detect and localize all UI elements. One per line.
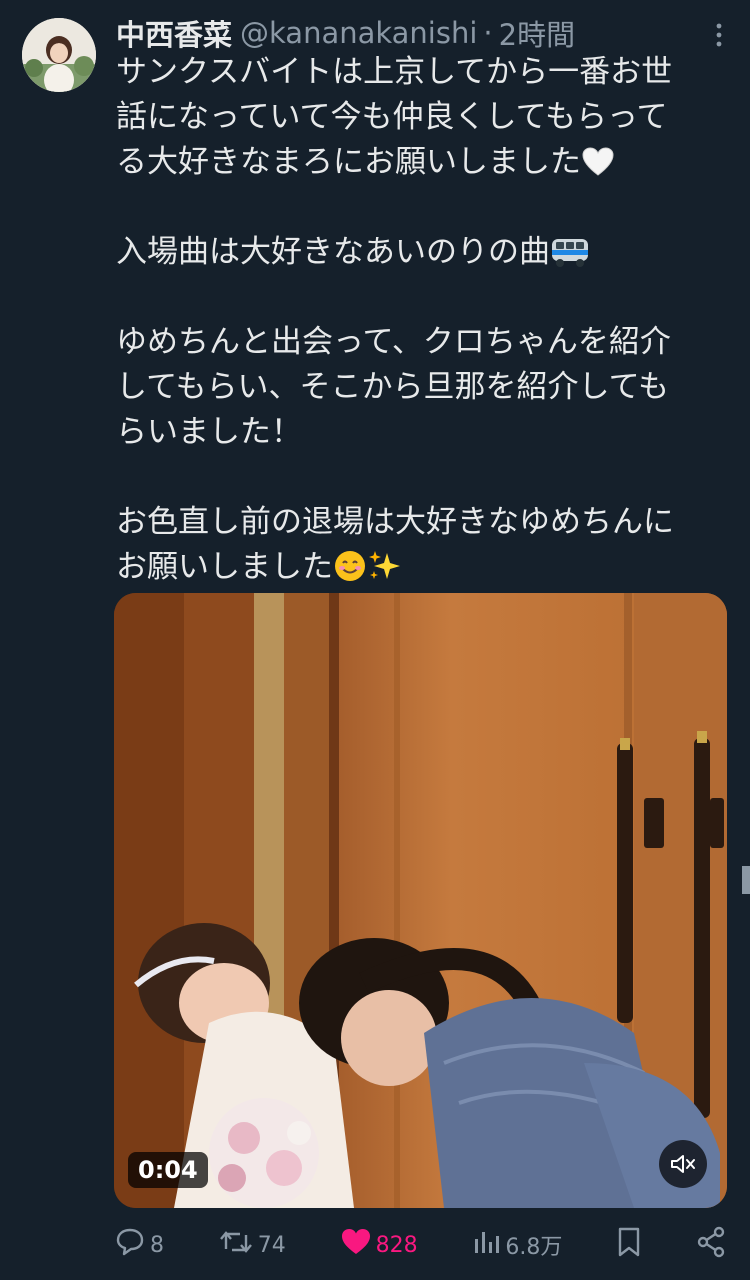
tweet-line: お願いしました — [116, 545, 726, 590]
like-button[interactable]: 828 — [340, 1227, 418, 1263]
views-button[interactable]: 6.8万 — [471, 1227, 562, 1263]
user-handle[interactable]: @kananakanishi — [240, 16, 477, 50]
video-duration: 0:04 — [128, 1152, 208, 1188]
action-bar: 8 74 828 6.8万 — [114, 1222, 726, 1268]
tweet-line: お色直し前の退場は大好きなゆめちんに — [116, 504, 674, 540]
mute-toggle-icon[interactable] — [659, 1140, 707, 1188]
tweet: 中西香菜 @kananakanishi · 2時間 サンクスバイトは上京してから… — [0, 0, 750, 1280]
views-chart-icon — [471, 1227, 501, 1263]
tweet-text: サンクスバイトは上京してから一番お世 話になっていて今も仲良くしてもらって る大… — [116, 50, 726, 590]
scrollbar-handle[interactable] — [742, 866, 750, 894]
bus-emoji — [550, 236, 590, 281]
views-count: 6.8万 — [505, 1235, 563, 1260]
retweet-button[interactable]: 74 — [218, 1227, 286, 1263]
tweet-line: る大好きなまろにお願いしました — [116, 140, 726, 185]
reply-button[interactable]: 8 — [114, 1227, 164, 1263]
reply-icon — [114, 1227, 146, 1263]
tweet-line: 話になっていて今も仲良くしてもらって — [116, 99, 668, 135]
avatar-image — [22, 18, 96, 92]
retweet-icon — [218, 1227, 254, 1263]
white-heart-emoji — [581, 146, 615, 191]
tweet-line: らいました！ — [116, 414, 302, 450]
avatar[interactable] — [22, 18, 96, 92]
tweet-line: してもらい、そこから旦那を紹介しても — [116, 369, 670, 405]
share-button[interactable] — [696, 1226, 726, 1264]
video-player[interactable]: 0:04 — [114, 593, 727, 1208]
smiling-face-emoji — [333, 549, 367, 596]
heart-icon — [340, 1227, 372, 1263]
timestamp[interactable]: 2時間 — [499, 12, 575, 54]
tweet-line: 入場曲は大好きなあいのりの曲 — [116, 230, 726, 275]
reply-count: 8 — [150, 1232, 164, 1258]
more-options-icon[interactable] — [714, 20, 724, 50]
sparkles-emoji — [367, 549, 403, 596]
display-name[interactable]: 中西香菜 — [116, 12, 232, 54]
tweet-header: 中西香菜 @kananakanishi · 2時間 — [116, 12, 690, 54]
retweet-count: 74 — [257, 1232, 286, 1258]
share-icon — [696, 1226, 726, 1264]
header-separator: · — [483, 16, 493, 50]
bookmark-icon — [616, 1226, 642, 1264]
tweet-line: ゆめちんと出会って、クロちゃんを紹介 — [116, 324, 671, 360]
video-frame — [114, 593, 727, 1208]
like-count: 828 — [375, 1232, 418, 1258]
tweet-line: サンクスバイトは上京してから一番お世 — [116, 54, 673, 90]
bookmark-button[interactable] — [616, 1226, 642, 1264]
